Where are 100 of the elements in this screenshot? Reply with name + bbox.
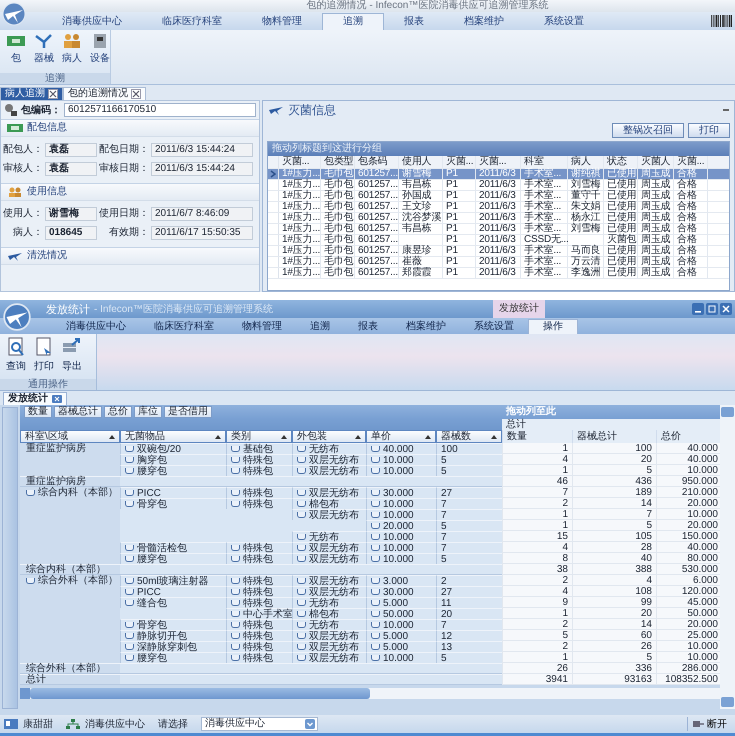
menu-tab[interactable]: 物料管理 — [228, 320, 296, 334]
filter-field-button[interactable]: 数量 — [24, 406, 52, 418]
row-field-header[interactable]: 无菌物品 — [120, 430, 226, 443]
menu-tab[interactable]: 档案维护 — [444, 14, 524, 30]
menu-tab[interactable]: 操作 — [528, 319, 578, 334]
table-row[interactable]: 1#压力... 毛巾包 601257... 韦昌栋 P1 2011/6/3 手术室... 刘雪梅 已使用 周玉成 合格 — [268, 180, 729, 191]
ribbon-button[interactable]: 包 — [3, 33, 29, 73]
column-header[interactable]: 包类型 — [324, 156, 354, 167]
column-header[interactable]: 使用人 — [402, 156, 432, 167]
table-row[interactable]: 1#压力... 毛巾包 601257... 康昱珍 P1 2011/6/3 手术室... 马而良 已使用 周玉成 合格 — [268, 246, 729, 257]
department-select[interactable]: 消毒供应中心 — [201, 717, 318, 731]
table-cell: 5 — [441, 652, 447, 664]
close-icon[interactable] — [131, 89, 141, 99]
sort-icon — [215, 434, 221, 438]
barcode-input-field[interactable]: 6012571166170510 — [64, 103, 256, 117]
table-cell: 综合内科（本部） — [26, 564, 106, 575]
table-cell: 1#压力... — [282, 267, 320, 278]
table-row[interactable]: 1#压力... 毛巾包 601257... 王文珍 P1 2011/6/3 手术室... 朱文娟 已使用 周玉成 合格 — [268, 202, 729, 213]
collapse-icon[interactable] — [26, 578, 35, 584]
menu-tab[interactable]: 临床医疗科室 — [142, 14, 242, 30]
table-cell: 骨髓活检包 — [137, 542, 187, 554]
minimize-icon[interactable] — [692, 303, 704, 315]
column-header[interactable]: 灭菌... — [446, 156, 474, 167]
table-cell: 10.000 — [687, 640, 718, 652]
ribbon-button[interactable]: 器械 — [31, 33, 57, 73]
column-header[interactable]: 灭菌... — [479, 156, 506, 167]
toolbar-button[interactable]: 打印 — [688, 123, 730, 138]
collapse-icon[interactable] — [26, 490, 35, 496]
table-cell: 2 — [562, 640, 568, 652]
table-cell: 毛巾包 — [324, 245, 354, 256]
filter-field-button[interactable]: 器械总计 — [54, 406, 102, 418]
filter-field-button[interactable]: 库位 — [134, 406, 162, 418]
row-field-header[interactable]: 科室\区域 — [20, 430, 120, 443]
ribbon-button[interactable]: 查询 — [3, 337, 29, 379]
column-header[interactable]: 灭菌... — [282, 156, 310, 167]
column-header[interactable]: 科室 — [524, 156, 544, 167]
table-cell: CSSD无... — [524, 234, 569, 245]
table-cell: 双层无纺布 — [309, 488, 359, 498]
document-tab[interactable]: 发放统计 — [3, 392, 67, 405]
drop-hint: 拖动列至此 — [502, 405, 722, 419]
ribbon-button[interactable]: 病人 — [59, 33, 85, 73]
menu-tab[interactable]: 临床医疗科室 — [140, 320, 228, 334]
table-cell: 5 — [441, 466, 447, 476]
sort-icon — [491, 434, 497, 438]
document-tab[interactable]: 病人追溯 — [0, 87, 63, 100]
menu-tab[interactable]: 报表 — [344, 320, 392, 334]
field-label: 配包人： — [2, 144, 44, 156]
menu-tab[interactable]: 追溯 — [296, 320, 344, 334]
menu-tab[interactable]: 追溯 — [322, 13, 384, 30]
table-row[interactable]: 1#压力... 毛巾包 601257... 孙国成 P1 2011/6/3 手术室... 董守千 已使用 周玉成 合格 — [268, 191, 729, 202]
menu-tab[interactable]: 物料管理 — [242, 14, 322, 30]
row-field-header[interactable]: 单价 — [366, 430, 436, 443]
column-header: 器械总计 — [572, 430, 656, 443]
table-row[interactable]: 1#压力... 毛巾包 601257... 郑霞霞 P1 2011/6/3 手术室... 李逸洲 已使用 周玉成 合格 — [268, 268, 729, 279]
table-row[interactable]: 1#压力... 毛巾包 601257... 沈谷梦溪 P1 2011/6/3 手术室... 杨永江 已使用 周玉成 合格 — [268, 213, 729, 224]
table-cell: 3.000 — [383, 576, 408, 586]
field-label: 审核日期： — [98, 163, 150, 175]
table-cell: 综合内科（本部） — [38, 487, 118, 498]
column-header[interactable]: 病人 — [571, 156, 591, 167]
row-field-header[interactable]: 器械数 — [436, 430, 502, 443]
close-icon[interactable] — [720, 303, 732, 315]
row-field-header[interactable]: 外包装 — [292, 430, 366, 443]
table-cell: 毛巾包 — [324, 212, 354, 223]
table-row[interactable]: 1#压力... 毛巾包 601257... 韦昌栋 P1 2011/6/3 手术室... 刘雪梅 已使用 周玉成 合格 — [268, 224, 729, 235]
ribbon-button[interactable]: 导出 — [59, 337, 85, 379]
restore-icon[interactable] — [706, 303, 718, 315]
row-field-header[interactable]: 类别 — [226, 430, 292, 443]
menu-tab[interactable]: 系统设置 — [524, 14, 604, 30]
menu-tab[interactable]: 档案维护 — [392, 320, 460, 334]
close-icon[interactable] — [52, 395, 62, 403]
table-row[interactable]: 1#压力... 毛巾包 601257... P1 2011/6/3 CSSD无... 灭菌包 周玉成 合格 — [268, 235, 729, 246]
table-cell: 601257... — [358, 179, 398, 190]
ribbon-button[interactable]: 设备 — [87, 33, 113, 73]
table-cell: 5 — [646, 520, 652, 530]
document-tab[interactable]: 包的追溯情况 — [63, 87, 146, 100]
filter-field-button[interactable]: 总价 — [104, 406, 132, 418]
disconnect-button[interactable]: 断开 — [687, 717, 731, 731]
ribbon-button[interactable]: 打印 — [31, 337, 57, 379]
table-cell: 康昱珍 — [402, 245, 432, 256]
table-cell: 谢雪梅 — [402, 168, 432, 179]
table-cell: 20.000 — [687, 618, 718, 630]
menu-tab[interactable]: 报表 — [384, 14, 444, 30]
horizontal-scrollbar[interactable] — [20, 688, 720, 699]
toolbar-button[interactable]: 整锅次召回 — [612, 123, 684, 138]
table-cell: 手术室... — [524, 179, 562, 190]
menu-tab[interactable]: 消毒供应中心 — [42, 14, 142, 30]
menu-tab[interactable]: 系统设置 — [460, 320, 528, 334]
column-header[interactable]: 状态 — [607, 156, 627, 167]
table-row[interactable]: 1#压力... 毛巾包 601257... 崔薇 P1 2011/6/3 手术室... 万云清 已使用 周玉成 合格 — [268, 257, 729, 268]
column-header[interactable]: 灭菌人 — [641, 156, 670, 167]
table-cell: 189 — [635, 486, 652, 498]
table-cell: 韦昌栋 — [402, 223, 432, 234]
close-icon[interactable] — [48, 89, 58, 99]
star-logo-icon[interactable] — [2, 2, 26, 26]
menu-tab[interactable]: 消毒供应中心 — [52, 320, 140, 334]
filter-field-button[interactable]: 是否借用 — [164, 406, 212, 418]
table-cell: 1#压力... — [282, 223, 320, 234]
table-cell: 5.000 — [383, 598, 408, 608]
column-header[interactable]: 灭菌... — [677, 156, 704, 167]
column-header[interactable]: 包条码 — [358, 156, 388, 167]
